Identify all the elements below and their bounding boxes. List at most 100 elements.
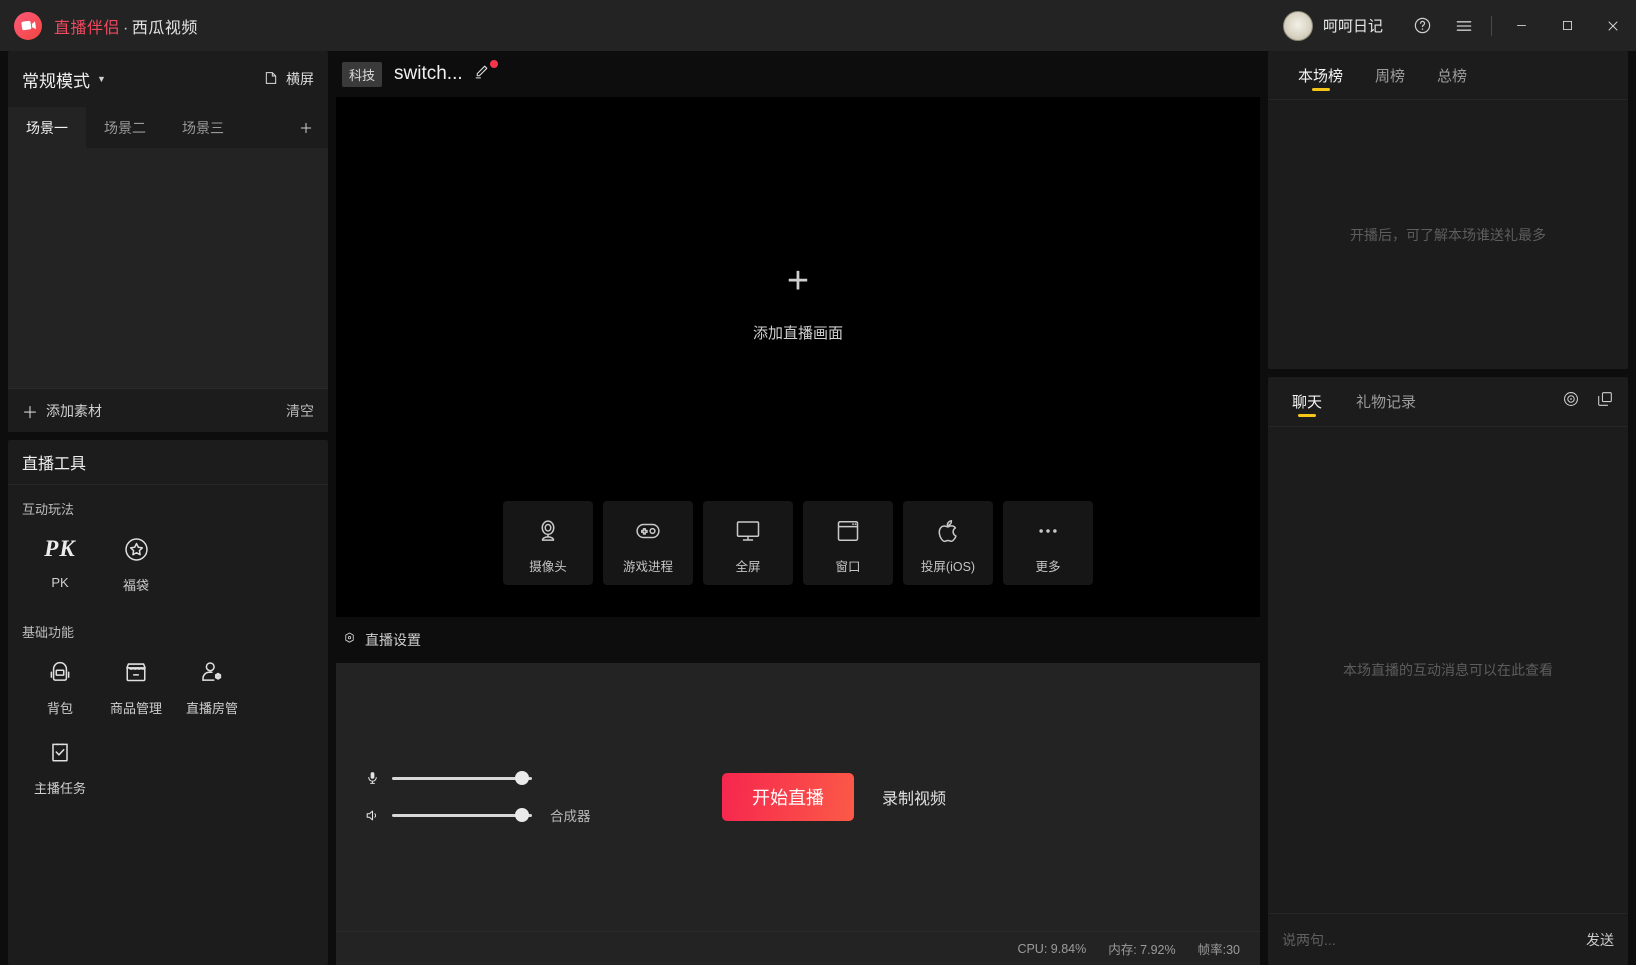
tool-label: 商品管理: [109, 701, 162, 716]
apple-icon: [933, 512, 963, 550]
tool-label: 背包: [46, 701, 73, 716]
live-preview-area[interactable]: + 添加直播画面 摄像头 游戏进程 全屏 窗口 投屏(iOS) 更多: [336, 97, 1260, 617]
tool-item-host-task[interactable]: 主播任务: [22, 735, 98, 797]
settings-row: 直播设置: [336, 617, 1260, 663]
speaker-volume-slider[interactable]: [392, 808, 532, 822]
tab-total-rank[interactable]: 总榜: [1421, 51, 1483, 99]
app-brand-label: 直播伴侣: [54, 19, 121, 37]
mic-slider-knob[interactable]: [515, 771, 530, 785]
tool-label: 福袋: [122, 578, 149, 593]
source-button-camera[interactable]: 摄像头: [503, 501, 593, 585]
tab-gift-record[interactable]: 礼物记录: [1346, 377, 1426, 426]
plus-icon: +: [786, 259, 810, 302]
status-memory: 内存: 7.92%: [1108, 943, 1176, 957]
tool-item-lucky-bag[interactable]: 福袋: [98, 532, 174, 594]
tool-item-backpack[interactable]: 背包: [22, 655, 98, 717]
chat-input[interactable]: [1282, 931, 1576, 948]
app-title: 直播伴侣 · 西瓜视频: [54, 14, 198, 38]
backpack-icon: [46, 655, 74, 689]
tab-label: 本场榜: [1298, 67, 1344, 85]
tab-session-rank[interactable]: 本场榜: [1282, 51, 1359, 99]
minimize-button[interactable]: [1498, 0, 1544, 51]
username-label[interactable]: 呵呵日记: [1323, 15, 1383, 36]
title-separator: ·: [123, 19, 129, 37]
tool-label: 主播任务: [33, 781, 86, 796]
microphone-icon[interactable]: [360, 769, 384, 787]
mode-dropdown[interactable]: 常规模式 ▼: [22, 67, 106, 92]
room-header: 科技 switch...: [336, 51, 1260, 97]
star-badge-icon: [123, 532, 150, 566]
tab-weekly-rank[interactable]: 周榜: [1359, 51, 1421, 99]
mixer-label[interactable]: 合成器: [550, 805, 591, 825]
help-circle-icon[interactable]: [1401, 0, 1443, 51]
tool-item-room-admin[interactable]: 直播房管: [174, 655, 250, 717]
source-button-ios-cast[interactable]: 投屏(iOS): [903, 501, 993, 585]
live-tools-body: 互动玩法 PK PK 福袋 基础功能 背包 商品管理 直播房管 主播任务: [8, 485, 328, 815]
tool-grid-interactive: PK PK 福袋: [22, 532, 314, 612]
avatar[interactable]: [1282, 10, 1313, 41]
monitor-icon: [733, 512, 763, 550]
target-icon[interactable]: [1562, 390, 1580, 413]
active-tab-underline: [1298, 414, 1316, 417]
app-product-label: 西瓜视频: [131, 19, 198, 37]
record-video-button[interactable]: 录制视频: [882, 785, 946, 809]
titlebar-right-group: 呵呵日记: [1282, 0, 1636, 51]
start-live-button[interactable]: 开始直播: [721, 773, 854, 821]
tool-item-pk[interactable]: PK PK: [22, 532, 98, 594]
chevron-down-icon: ▼: [97, 74, 106, 84]
maximize-button[interactable]: [1544, 0, 1590, 51]
control-actions: 开始直播 录制视频: [721, 773, 1236, 821]
chat-tool-icons: [1562, 377, 1614, 426]
source-label: 摄像头: [529, 559, 567, 574]
app-window: 直播伴侣 · 西瓜视频 呵呵日记 常规模式 ▼ 横屏 场景一 场景二 场景三 ＋…: [0, 0, 1636, 965]
more-dots-icon: [1033, 512, 1063, 550]
popout-window-icon[interactable]: [1596, 390, 1614, 413]
webcam-icon: [533, 512, 563, 550]
scene-tab-2[interactable]: 场景二: [86, 107, 164, 148]
mic-volume-slider[interactable]: [392, 771, 532, 785]
pk-icon: PK: [44, 536, 76, 561]
add-scene-button[interactable]: [284, 107, 328, 148]
scene-layer-list[interactable]: [8, 148, 328, 388]
orientation-button[interactable]: 横屏: [263, 69, 314, 89]
room-title: switch...: [394, 63, 463, 84]
tab-label: 礼物记录: [1356, 394, 1417, 411]
live-settings-button[interactable]: 直播设置: [342, 630, 421, 650]
speaker-icon[interactable]: [360, 807, 384, 824]
main-body: 常规模式 ▼ 横屏 场景一 场景二 场景三 ＋ 添加素材 清空 直播工具 互动玩…: [0, 51, 1636, 965]
speaker-slider-knob[interactable]: [515, 808, 530, 822]
tool-group-label-basic: 基础功能: [22, 625, 75, 640]
control-bar-main: 合成器 开始直播 录制视频: [336, 663, 1260, 931]
chat-input-row: 发送: [1268, 913, 1628, 965]
edit-room-button[interactable]: [473, 60, 498, 85]
tab-chat[interactable]: 聊天: [1282, 377, 1332, 426]
source-button-window[interactable]: 窗口: [803, 501, 893, 585]
mic-slider-row: [360, 769, 591, 787]
scene-tab-1[interactable]: 场景一: [8, 107, 86, 148]
right-panel: 本场榜 周榜 总榜 开播后，可了解本场谁送礼最多 聊天 礼物记录 本场直播的互动…: [1268, 51, 1636, 965]
clear-button[interactable]: 清空: [286, 401, 314, 421]
preview-empty-state: + 添加直播画面: [753, 262, 843, 343]
tool-grid-basic: 背包 商品管理 直播房管 主播任务: [22, 655, 314, 815]
hamburger-menu-icon[interactable]: [1443, 0, 1485, 51]
edit-badge-dot: [489, 60, 498, 68]
status-cpu: CPU: 9.84%: [1017, 941, 1087, 956]
source-button-fullscreen[interactable]: 全屏: [703, 501, 793, 585]
source-button-more[interactable]: 更多: [1003, 501, 1093, 585]
send-button[interactable]: 发送: [1586, 930, 1614, 950]
room-category-tag[interactable]: 科技: [342, 61, 383, 87]
plus-icon: ＋: [22, 404, 39, 422]
tool-item-goods[interactable]: 商品管理: [98, 655, 174, 717]
tool-group-label-interactive: 互动玩法: [22, 502, 75, 517]
window-icon: [833, 512, 863, 550]
add-material-label: 添加素材: [46, 402, 103, 419]
tab-label: 总榜: [1437, 67, 1468, 85]
chat-card: 聊天 礼物记录 本场直播的互动消息可以在此查看 说两句... 发送: [1268, 377, 1628, 965]
add-material-button[interactable]: ＋ 添加素材: [22, 399, 102, 423]
scene-tab-3[interactable]: 场景三: [164, 107, 242, 148]
control-bar: 合成器 开始直播 录制视频 CPU: 9.84% 内存: 7.92% 帧率:30: [336, 663, 1260, 965]
tool-label: PK: [51, 575, 69, 590]
source-label: 游戏进程: [622, 559, 673, 574]
source-button-game[interactable]: 游戏进程: [603, 501, 693, 585]
close-button[interactable]: [1590, 0, 1636, 51]
